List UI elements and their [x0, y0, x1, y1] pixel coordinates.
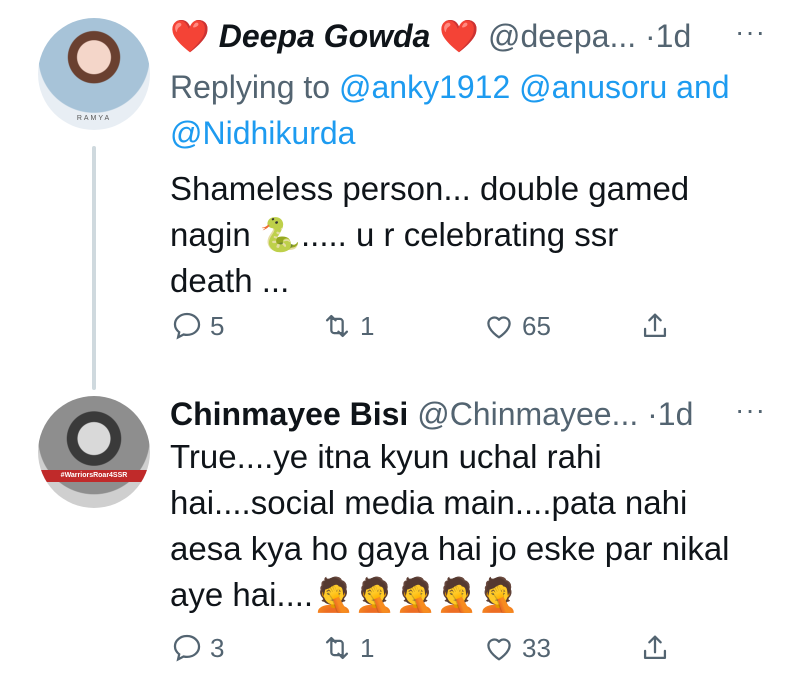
- tweet-2[interactable]: #WarriorsRoar4SSR Chinmayee Bisi @Chinma…: [0, 378, 800, 694]
- tweet-text-line: aye hai....🤦🤦🤦🤦🤦: [170, 576, 519, 613]
- tweet-text-line: Shameless person... double gamed: [170, 170, 690, 207]
- tweet-text-line: aesa kya ho gaya hai jo eske par nikal: [170, 530, 730, 567]
- retweet-button[interactable]: 1: [320, 306, 374, 346]
- reply-icon: [173, 312, 201, 340]
- share-button[interactable]: [638, 306, 672, 346]
- reply-button[interactable]: 3: [170, 628, 224, 668]
- mention-link[interactable]: @Nidhikurda: [170, 115, 355, 151]
- like-count: 65: [522, 310, 551, 341]
- thread-line: [92, 146, 96, 390]
- tweet-text-line: hai....social media main....pata nahi: [170, 484, 688, 521]
- avatar-deepa-gowda[interactable]: RAMYA: [38, 18, 150, 130]
- tweet-text-line: nagin 🐍..... u r celebrating ssr: [170, 216, 619, 253]
- retweet-icon: [325, 636, 349, 660]
- share-icon: [643, 635, 667, 660]
- tweet-header: ❤️ Deepa Gowda ❤️ @deepa... ·1d: [170, 14, 770, 58]
- heart-emoji-suffix: ❤️: [439, 18, 480, 54]
- display-name[interactable]: Deepa Gowda: [219, 18, 431, 54]
- mention-link[interactable]: @anky1912: [339, 69, 510, 105]
- like-icon: [487, 316, 511, 339]
- like-icon: [487, 638, 511, 661]
- timestamp[interactable]: 1d: [658, 396, 694, 432]
- tweet-text: Shameless person... double gamed nagin 🐍…: [170, 166, 770, 304]
- retweet-button[interactable]: 1: [320, 628, 374, 668]
- more-options-icon[interactable]: ···: [735, 394, 766, 426]
- user-handle[interactable]: @Chinmayee...: [417, 396, 638, 432]
- like-button[interactable]: 65: [482, 306, 551, 346]
- share-button[interactable]: [638, 628, 672, 668]
- separator-dot: ·: [647, 396, 658, 432]
- separator-dot: ·: [645, 18, 656, 54]
- more-options-icon[interactable]: ···: [735, 16, 766, 48]
- reply-icon: [173, 634, 201, 662]
- retweet-count: 1: [360, 632, 375, 663]
- avatar-caption: RAMYA: [76, 115, 112, 122]
- display-name[interactable]: Chinmayee Bisi: [170, 396, 408, 432]
- avatar-band-text: #WarriorsRoar4SSR: [38, 470, 150, 482]
- replying-to-label: Replying to: [170, 69, 331, 105]
- heart-emoji-prefix: ❤️: [170, 18, 210, 54]
- share-icon: [643, 313, 667, 338]
- retweet-count: 1: [360, 310, 375, 341]
- tweet-text: True....ye itna kyun uchal rahi hai....s…: [170, 434, 770, 618]
- tweet-actions: 5 1 65: [170, 306, 690, 346]
- like-button[interactable]: 33: [482, 628, 551, 668]
- reply-count: 3: [210, 632, 225, 663]
- replying-to: Replying to @anky1912 @anusoru and @Nidh…: [170, 64, 770, 156]
- reply-count: 5: [210, 310, 225, 341]
- tweet-text-line: True....ye itna kyun uchal rahi: [170, 438, 602, 475]
- retweet-icon: [325, 314, 349, 338]
- tweet-header: Chinmayee Bisi @Chinmayee... ·1d: [170, 392, 770, 436]
- tweet-text-line: death ...: [170, 262, 290, 299]
- reply-button[interactable]: 5: [170, 306, 224, 346]
- tweet-actions: 3 1 33: [170, 628, 690, 668]
- mention-link[interactable]: @anusoru: [519, 69, 667, 105]
- avatar-chinmayee-bisi[interactable]: #WarriorsRoar4SSR: [38, 396, 150, 508]
- tweet-1[interactable]: RAMYA ❤️ Deepa Gowda ❤️ @deepa... ·1d ··…: [0, 0, 800, 390]
- user-handle[interactable]: @deepa...: [488, 18, 636, 54]
- timestamp[interactable]: 1d: [656, 18, 692, 54]
- like-count: 33: [522, 632, 551, 663]
- replying-and: and: [676, 69, 730, 105]
